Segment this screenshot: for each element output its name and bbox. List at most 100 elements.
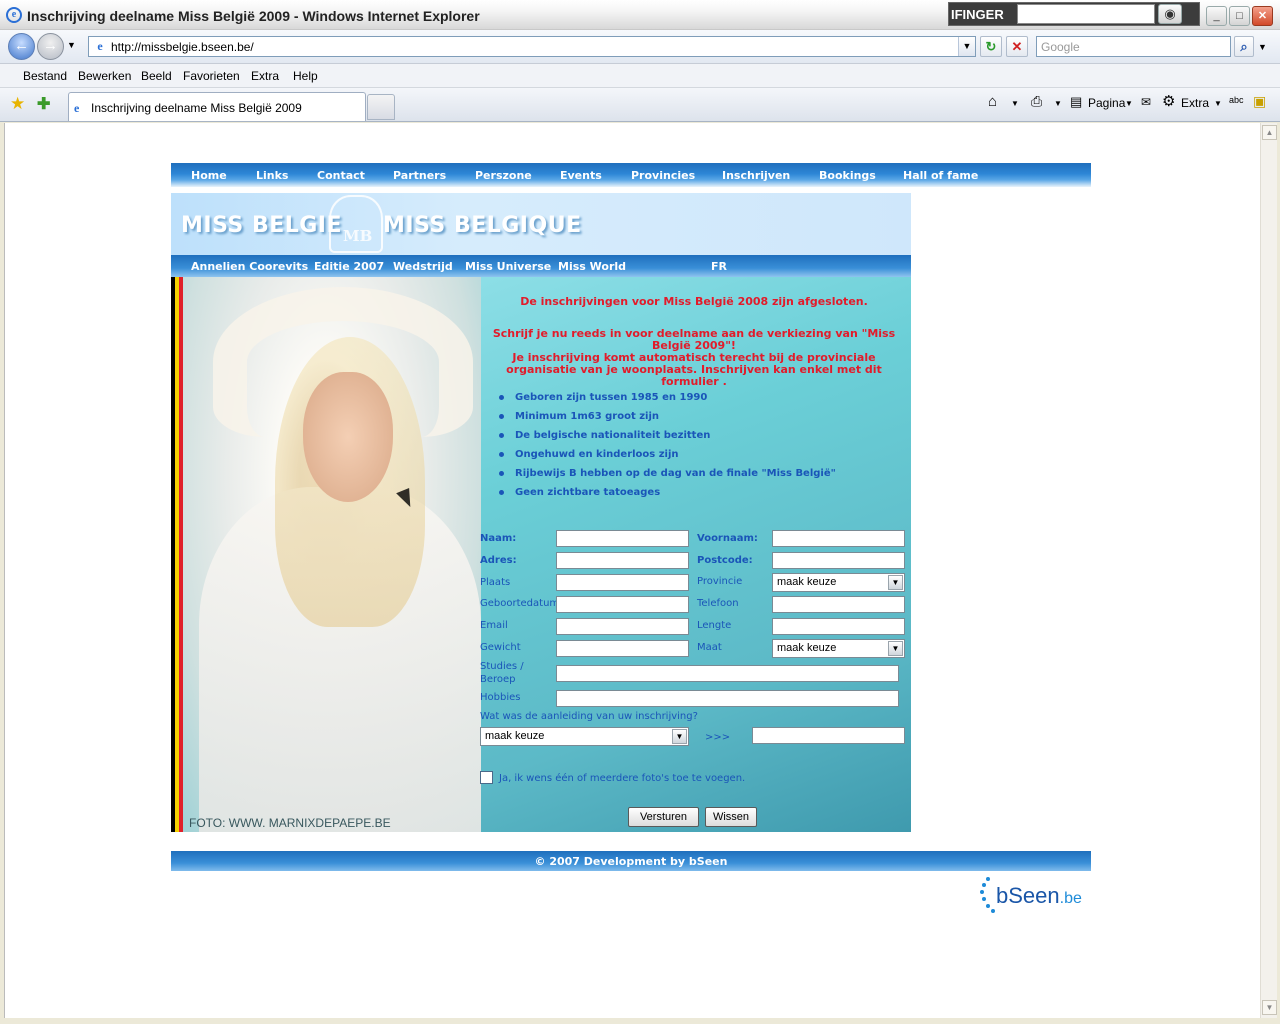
tab-active[interactable]: e Inschrijving deelname Miss België 2009 — [68, 92, 366, 121]
telefoon-input[interactable] — [772, 596, 905, 613]
search-input[interactable]: Google — [1036, 36, 1231, 57]
subnav-fr[interactable]: FR — [711, 260, 727, 273]
back-button[interactable]: ← — [8, 33, 35, 60]
chevron-down-icon[interactable]: ▼ — [672, 729, 687, 744]
scroll-down-icon[interactable]: ▼ — [1262, 1000, 1277, 1015]
photo-credit: FOTO: WWW. MARNIXDEPAEPE.BE — [189, 816, 391, 830]
nav-links[interactable]: Links — [256, 169, 288, 182]
photos-checkbox-label: Ja, ik wens één of meerdere foto's toe t… — [499, 773, 746, 784]
maximize-button[interactable]: □ — [1229, 6, 1250, 26]
provincie-label: Provincie — [697, 576, 743, 587]
url-text: http://missbelgie.bseen.be/ — [111, 40, 254, 54]
menu-beeld[interactable]: Beeld — [141, 69, 172, 83]
nav-contact[interactable]: Contact — [317, 169, 365, 182]
postcode-input[interactable] — [772, 552, 905, 569]
chevron-down-icon[interactable]: ▼ — [888, 575, 903, 590]
title-bar: e Inschrijving deelname Miss België 2009… — [0, 0, 1280, 30]
extra-dropdown-icon[interactable]: ▼ — [1214, 99, 1222, 108]
forward-button[interactable]: → — [37, 33, 64, 60]
subnav-wedstrijd[interactable]: Wedstrijd — [393, 260, 453, 273]
geboortedatum-input[interactable] — [556, 596, 689, 613]
menu-bestand[interactable]: Bestand — [23, 69, 67, 83]
mail-icon[interactable]: ✉ — [1141, 95, 1151, 109]
page-menu[interactable]: Pagina — [1088, 96, 1125, 110]
belgian-flag-stripe — [171, 277, 183, 832]
bseen-logo[interactable]: bSeen.be — [980, 875, 1090, 917]
plaats-input[interactable] — [556, 574, 689, 591]
adres-label: Adres: — [480, 555, 517, 566]
home-icon[interactable]: ⌂ — [988, 93, 997, 110]
nav-home[interactable]: Home — [191, 169, 227, 182]
spellcheck-icon[interactable]: abc — [1229, 95, 1244, 105]
subnav-miss-universe[interactable]: Miss Universe — [465, 260, 551, 273]
list-item: Geboren zijn tussen 1985 en 1990 — [499, 392, 836, 411]
logo-text: bSeen.be — [996, 883, 1082, 908]
adres-input[interactable] — [556, 552, 689, 569]
new-tab-button[interactable] — [367, 94, 395, 120]
nav-hall-of-fame[interactable]: Hall of fame — [903, 169, 978, 182]
tab-title: Inschrijving deelname Miss België 2009 — [91, 101, 302, 115]
scroll-up-icon[interactable]: ▲ — [1262, 125, 1277, 140]
hobbies-label: Hobbies — [480, 692, 521, 703]
subnav-miss-world[interactable]: Miss World — [558, 260, 626, 273]
close-button[interactable]: ✕ — [1252, 6, 1273, 26]
add-favorite-icon[interactable]: ✚ — [37, 94, 50, 114]
chevron-down-icon[interactable]: ▼ — [888, 641, 903, 656]
history-dropdown-icon[interactable]: ▼ — [67, 40, 76, 50]
naam-input[interactable] — [556, 530, 689, 547]
stop-icon[interactable]: ✕ — [1006, 36, 1028, 57]
voornaam-input[interactable] — [772, 530, 905, 547]
nav-provincies[interactable]: Provincies — [631, 169, 695, 182]
refresh-icon[interactable]: ↻ — [980, 36, 1002, 57]
nav-bookings[interactable]: Bookings — [819, 169, 876, 182]
home-dropdown-icon[interactable]: ▼ — [1011, 99, 1019, 108]
lengte-input[interactable] — [772, 618, 905, 635]
maat-select[interactable]: maak keuze ▼ — [772, 639, 905, 658]
search-icon[interactable]: ⌕ — [1234, 36, 1254, 57]
vertical-scrollbar[interactable]: ▲ ▼ — [1260, 123, 1277, 1018]
nav-perszone[interactable]: Perszone — [475, 169, 532, 182]
menu-help[interactable]: Help — [293, 69, 318, 83]
email-label: Email — [480, 620, 508, 631]
nav-events[interactable]: Events — [560, 169, 602, 182]
menu-extra[interactable]: Extra — [251, 69, 279, 83]
minimize-button[interactable]: _ — [1206, 6, 1227, 26]
gewicht-input[interactable] — [556, 640, 689, 657]
monogram: MB — [343, 227, 373, 245]
menu-favorieten[interactable]: Favorieten — [183, 69, 240, 83]
studies-input[interactable] — [556, 665, 899, 682]
subnav-annelien[interactable]: Annelien Coorevits — [191, 260, 308, 273]
eye-icon[interactable]: ◉ — [1158, 4, 1182, 24]
email-input[interactable] — [556, 618, 689, 635]
provincie-select[interactable]: maak keuze ▼ — [772, 573, 905, 592]
menu-bewerken[interactable]: Bewerken — [78, 69, 131, 83]
wissen-button[interactable]: Wissen — [705, 807, 757, 827]
banner-miss-belgique: MISS BELGIQUE — [383, 213, 582, 238]
aanleiding-select[interactable]: maak keuze ▼ — [480, 727, 689, 746]
print-dropdown-icon[interactable]: ▼ — [1054, 99, 1062, 108]
address-dropdown-icon[interactable]: ▼ — [958, 37, 975, 56]
aanleiding-other-input[interactable] — [752, 727, 905, 744]
nav-inschrijven[interactable]: Inschrijven — [722, 169, 790, 182]
tab-bar: ★ ✚ e Inschrijving deelname Miss België … — [0, 88, 1280, 122]
window-title: Inschrijving deelname Miss België 2009 -… — [27, 8, 480, 24]
extra-menu[interactable]: Extra — [1181, 96, 1209, 110]
research-icon[interactable]: ▣ — [1253, 93, 1266, 110]
versturen-button[interactable]: Versturen — [628, 807, 699, 827]
tab-page-icon: e — [74, 101, 80, 115]
address-field[interactable]: e http://missbelgie.bseen.be/ ▼ — [88, 36, 976, 57]
gewicht-label: Gewicht — [480, 642, 521, 653]
ifinger-input[interactable] — [1017, 4, 1155, 24]
aanleiding-label: Wat was de aanleiding van uw inschrijvin… — [480, 711, 698, 722]
favorites-star-icon[interactable]: ★ — [10, 94, 25, 114]
subnav-editie-2007[interactable]: Editie 2007 — [314, 260, 384, 273]
studies-label-line2: Beroep — [480, 674, 516, 685]
hobbies-input[interactable] — [556, 690, 899, 707]
page-dropdown-icon[interactable]: ▼ — [1125, 99, 1133, 108]
geboortedatum-label: Geboortedatum — [480, 598, 560, 609]
photos-checkbox[interactable] — [480, 771, 493, 784]
menu-bar: Bestand Bewerken Beeld Favorieten Extra … — [0, 64, 1280, 88]
search-options-icon[interactable]: ▼ — [1258, 42, 1267, 52]
print-icon[interactable]: ⎙ — [1031, 93, 1042, 110]
nav-partners[interactable]: Partners — [393, 169, 446, 182]
